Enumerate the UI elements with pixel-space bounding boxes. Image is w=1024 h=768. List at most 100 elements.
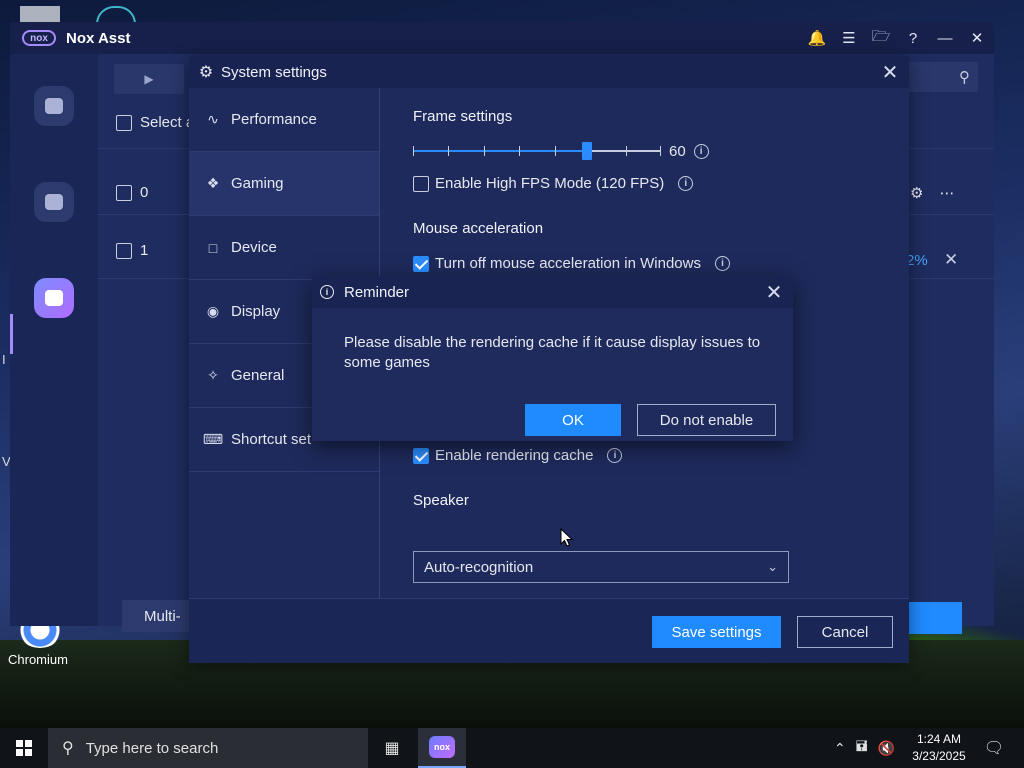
keyboard-icon: ⌨ bbox=[202, 431, 224, 447]
save-settings-button[interactable]: Save settings bbox=[652, 616, 781, 648]
close-icon[interactable]: ✕ bbox=[763, 281, 785, 304]
taskbar-nox-app[interactable]: nox bbox=[418, 728, 466, 768]
sidebar-store-button[interactable] bbox=[34, 182, 74, 222]
info-icon: i bbox=[320, 285, 334, 299]
instance-name: 1 bbox=[140, 242, 149, 259]
select-all-checkbox[interactable] bbox=[116, 114, 132, 131]
speaker-select-value: Auto-recognition bbox=[424, 558, 534, 576]
info-icon[interactable]: i bbox=[714, 256, 730, 271]
taskbar-clock[interactable]: 1:24 AM 3/23/2025 bbox=[908, 731, 970, 765]
chevron-down-icon: ⌄ bbox=[767, 559, 778, 574]
speaker-select[interactable]: Auto-recognition ⌄ bbox=[413, 551, 789, 583]
slider-tick bbox=[448, 146, 449, 156]
nox-app-title: Nox Asst bbox=[66, 29, 131, 47]
nav-item-performance[interactable]: ∿ Performance bbox=[189, 88, 379, 152]
apps-icon bbox=[45, 98, 63, 114]
task-view-icon[interactable]: ▦ bbox=[372, 728, 412, 768]
help-icon[interactable]: ? bbox=[904, 29, 922, 47]
close-icon[interactable]: ✕ bbox=[968, 29, 986, 47]
gear-icon[interactable]: ⚙ bbox=[910, 184, 923, 202]
nox-sidebar bbox=[10, 54, 98, 626]
nav-item-label: Shortcut set bbox=[231, 431, 312, 448]
close-icon[interactable]: ✕ bbox=[879, 61, 901, 84]
instance-checkbox[interactable] bbox=[116, 242, 132, 259]
slider-tick bbox=[519, 146, 520, 156]
instance-search-box[interactable]: ⚲ bbox=[906, 62, 978, 92]
primary-action-button[interactable] bbox=[906, 602, 962, 634]
chromium-label[interactable]: Chromium bbox=[8, 652, 68, 667]
cancel-button[interactable]: Cancel bbox=[797, 616, 893, 648]
select-all-row: Select a bbox=[116, 114, 194, 131]
settings-footer: Save settings Cancel bbox=[189, 598, 909, 663]
high-fps-checkbox[interactable] bbox=[413, 175, 429, 192]
puzzle-icon: ✧ bbox=[207, 367, 219, 383]
rendering-cache-label: Enable rendering cache bbox=[435, 447, 594, 464]
sidebar-multi-instance-button[interactable] bbox=[34, 278, 74, 318]
slider-tick bbox=[413, 146, 414, 156]
mouse-acceleration-title: Mouse acceleration bbox=[413, 220, 544, 237]
store-icon bbox=[45, 194, 63, 210]
do-not-enable-button[interactable]: Do not enable bbox=[637, 404, 776, 436]
instance-row: 0 bbox=[116, 184, 148, 201]
nav-item-device[interactable]: □ Device bbox=[189, 216, 379, 280]
palette-icon: ◉ bbox=[206, 303, 220, 319]
info-icon[interactable]: i bbox=[678, 176, 694, 191]
chevron-up-icon[interactable]: ⌃ bbox=[834, 740, 846, 757]
multi-instance-icon bbox=[45, 290, 63, 306]
frame-settings-title: Frame settings bbox=[413, 108, 513, 125]
start-button[interactable] bbox=[0, 728, 48, 768]
device-icon: □ bbox=[208, 239, 218, 256]
search-icon: ⚲ bbox=[959, 69, 970, 86]
mouse-accel-label: Turn off mouse acceleration in Windows bbox=[435, 255, 701, 272]
play-button[interactable]: ▶ bbox=[114, 64, 184, 94]
pulse-icon: ∿ bbox=[207, 111, 219, 127]
slider-tick bbox=[484, 146, 485, 156]
nav-item-label: Display bbox=[231, 303, 281, 320]
gear-icon: ⚙ bbox=[198, 64, 214, 81]
nav-item-gaming[interactable]: ❖ Gaming bbox=[189, 152, 379, 216]
menu-icon[interactable]: ☰ bbox=[840, 29, 858, 47]
folder-icon[interactable]: 🗁 bbox=[872, 28, 891, 47]
bell-icon[interactable]: 🔔 bbox=[808, 29, 827, 47]
sidebar-apps-button[interactable] bbox=[34, 86, 74, 126]
frame-slider-fill bbox=[413, 150, 587, 152]
reminder-dialog: i Reminder ✕ Please disable the renderin… bbox=[312, 276, 793, 441]
network-icon[interactable]: 🖬 bbox=[856, 736, 868, 760]
more-icon[interactable]: ⋯ bbox=[939, 184, 954, 202]
slider-tick bbox=[660, 146, 661, 156]
system-tray: ⌃ 🖬 🔇 bbox=[834, 728, 895, 768]
reminder-message: Please disable the rendering cache if it… bbox=[344, 334, 761, 371]
notification-icon[interactable]: 🗨 bbox=[982, 737, 1006, 759]
frame-slider-thumb[interactable] bbox=[581, 142, 592, 160]
instance-name: 0 bbox=[140, 184, 149, 201]
instance-checkbox[interactable] bbox=[116, 184, 132, 201]
close-icon[interactable]: ✕ bbox=[944, 250, 958, 270]
rendering-cache-checkbox[interactable] bbox=[413, 447, 429, 464]
nox-logo: nox bbox=[22, 30, 56, 46]
gamepad-icon: ❖ bbox=[206, 175, 220, 191]
speaker-title: Speaker bbox=[413, 492, 469, 509]
mouse-accel-option: Turn off mouse acceleration in Windows i bbox=[413, 255, 730, 272]
instance-row-actions: ⚙ ⋯ bbox=[910, 184, 954, 202]
taskbar-search-box[interactable]: ⚲ Type here to search bbox=[48, 728, 368, 768]
nav-item-label: General bbox=[231, 367, 285, 384]
slider-tick bbox=[626, 146, 627, 156]
frame-slider[interactable] bbox=[413, 142, 661, 160]
reminder-titlebar: i Reminder ✕ bbox=[312, 276, 793, 308]
dialog-title: System settings bbox=[221, 63, 327, 81]
clock-date: 3/23/2025 bbox=[912, 749, 966, 763]
frame-value-row: 60 i bbox=[669, 143, 709, 160]
search-icon: ⚲ bbox=[62, 740, 74, 757]
select-all-label: Select a bbox=[140, 114, 195, 131]
ok-button[interactable]: OK bbox=[525, 404, 621, 436]
instance-row: 1 bbox=[116, 242, 148, 259]
nav-item-label: Device bbox=[231, 239, 277, 256]
info-icon[interactable]: i bbox=[607, 448, 623, 463]
taskbar-search-placeholder: Type here to search bbox=[85, 739, 219, 757]
windows-taskbar: ⚲ Type here to search ▦ nox ⌃ 🖬 🔇 1:24 A… bbox=[0, 728, 1024, 768]
volume-muted-icon[interactable]: 🔇 bbox=[878, 740, 895, 757]
minimize-icon[interactable]: — bbox=[936, 29, 954, 47]
mouse-accel-checkbox[interactable] bbox=[413, 255, 429, 272]
desktop-edge-text: I bbox=[2, 352, 6, 367]
info-icon[interactable]: i bbox=[693, 144, 709, 159]
